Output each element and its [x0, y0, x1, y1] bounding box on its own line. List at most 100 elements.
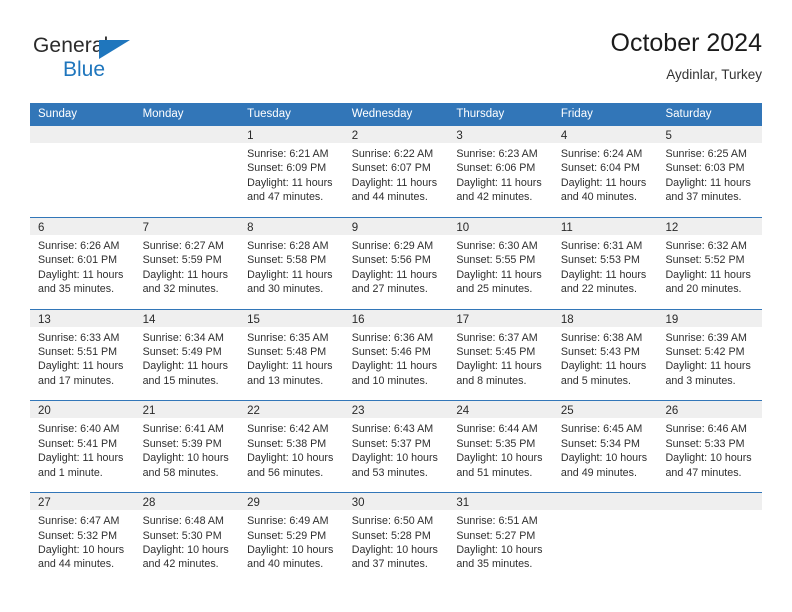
- daylight-text: Daylight: 10 hours: [142, 544, 229, 556]
- calendar-week-row: 13 Sunrise: 6:33 AM Sunset: 5:51 PM Dayligh…: [30, 308, 763, 401]
- day-details: Sunrise: 6:22 AM Sunset: 6:07 PM Daylight:…: [344, 143, 449, 205]
- day-details: Sunrise: 6:42 AM Sunset: 5:38 PM Daylight:…: [239, 418, 344, 480]
- day-number-band: 2: [343, 126, 449, 143]
- day-number: 19: [665, 313, 679, 326]
- sunrise-text: Sunrise: 6:29 AM: [351, 239, 434, 252]
- day-cell-2[interactable]: 2 Sunrise: 6:22 AM Sunset: 6:07 PM Daylight…: [343, 126, 449, 217]
- day-cell-30[interactable]: 30 Sunrise: 6:50 AM Sunset: 5:28 PM Dayligh…: [343, 493, 449, 584]
- daylight-text-cont: and 37 minutes.: [351, 558, 428, 571]
- day-cell-16[interactable]: 16 Sunrise: 6:36 AM Sunset: 5:46 PM Dayligh…: [343, 309, 449, 401]
- sunrise-text: Sunrise: 6:35 AM: [247, 331, 329, 344]
- sunset-text: Sunset: 5:53 PM: [560, 254, 640, 267]
- day-number-band: 19: [657, 309, 763, 327]
- day-number: 15: [247, 313, 260, 326]
- day-cell-24[interactable]: 24 Sunrise: 6:44 AM Sunset: 5:35 PM Dayligh…: [448, 401, 553, 492]
- day-cell-22[interactable]: 22 Sunrise: 6:42 AM Sunset: 5:38 PM Dayligh…: [239, 401, 344, 492]
- daylight-text: Daylight: 10 hours: [142, 452, 229, 465]
- sunrise-text: Sunrise: 6:47 AM: [38, 515, 120, 528]
- weekday-header-friday: Friday: [560, 108, 593, 120]
- daylight-text-cont: and 42 minutes.: [456, 191, 533, 204]
- sunrise-text: Sunrise: 6:48 AM: [142, 515, 224, 528]
- day-number-band: [657, 493, 763, 511]
- day-cell-31[interactable]: 31 Sunrise: 6:51 AM Sunset: 5:27 PM Dayligh…: [448, 493, 553, 584]
- day-number-band: 26: [657, 401, 763, 419]
- sunrise-text: Sunrise: 6:50 AM: [351, 515, 434, 528]
- sunrise-text: Sunrise: 6:41 AM: [142, 423, 224, 436]
- day-cell-25[interactable]: 25 Sunrise: 6:45 AM Sunset: 5:34 PM Dayligh…: [552, 401, 658, 492]
- day-cell-28[interactable]: 28 Sunrise: 6:48 AM Sunset: 5:30 PM Dayligh…: [134, 493, 240, 584]
- sunrise-text: Sunrise: 6:43 AM: [351, 423, 434, 436]
- daylight-text: Daylight: 11 hours: [665, 176, 751, 189]
- day-cell-9[interactable]: 9 Sunrise: 6:29 AM Sunset: 5:56 PM Daylight…: [343, 217, 449, 309]
- day-number: 17: [456, 313, 470, 326]
- day-cell-7[interactable]: 7 Sunrise: 6:27 AM Sunset: 5:59 PM Daylight…: [134, 217, 240, 309]
- day-number-band: 22: [239, 401, 344, 419]
- day-cell-4[interactable]: 4 Sunrise: 6:24 AM Sunset: 6:04 PM Daylight…: [552, 126, 658, 217]
- day-number-band: 23: [343, 401, 449, 419]
- weekday-header-tuesday: Tuesday: [247, 108, 291, 120]
- day-cell-29[interactable]: 29 Sunrise: 6:49 AM Sunset: 5:29 PM Dayligh…: [239, 493, 344, 584]
- day-number-band: [30, 126, 135, 143]
- day-cell-14[interactable]: 14 Sunrise: 6:34 AM Sunset: 5:49 PM Dayligh…: [134, 309, 240, 401]
- day-cell-10[interactable]: 10 Sunrise: 6:30 AM Sunset: 5:55 PM Dayligh…: [448, 217, 553, 309]
- general-blue-logo: General Blue: [33, 34, 173, 90]
- daylight-text: Daylight: 11 hours: [247, 176, 333, 189]
- day-number-band: 27: [30, 493, 135, 511]
- day-cell-3[interactable]: 3 Sunrise: 6:23 AM Sunset: 6:06 PM Daylight…: [448, 126, 553, 217]
- day-cell-27[interactable]: 27 Sunrise: 6:47 AM Sunset: 5:32 PM Dayligh…: [30, 493, 135, 584]
- daylight-text: Daylight: 10 hours: [456, 544, 543, 556]
- day-cell-15[interactable]: 15 Sunrise: 6:35 AM Sunset: 5:48 PM Dayligh…: [239, 309, 344, 401]
- sunset-text: Sunset: 5:39 PM: [142, 437, 222, 450]
- day-cell-20[interactable]: 20 Sunrise: 6:40 AM Sunset: 5:41 PM Dayligh…: [30, 401, 135, 492]
- day-cell-1[interactable]: 1 Sunrise: 6:21 AM Sunset: 6:09 PM Daylight…: [239, 126, 344, 217]
- sunrise-text: Sunrise: 6:42 AM: [247, 423, 329, 436]
- day-cell-26[interactable]: 26 Sunrise: 6:46 AM Sunset: 5:33 PM Dayligh…: [657, 401, 763, 492]
- sunset-text: Sunset: 5:51 PM: [38, 346, 118, 358]
- sunrise-text: Sunrise: 6:28 AM: [247, 239, 329, 252]
- day-details: Sunrise: 6:27 AM Sunset: 5:59 PM Daylight:…: [135, 235, 240, 297]
- daylight-text-cont: and 35 minutes.: [456, 558, 533, 571]
- calendar-page: General Blue October 2024 Aydinlar, Turk…: [0, 0, 792, 612]
- day-number: 29: [247, 497, 260, 510]
- sunrise-text: Sunrise: 6:21 AM: [247, 148, 329, 160]
- sunset-text: Sunset: 5:48 PM: [247, 346, 327, 358]
- sunrise-text: Sunrise: 6:46 AM: [665, 423, 747, 436]
- day-details: Sunrise: 6:37 AM Sunset: 5:45 PM Daylight:…: [448, 327, 553, 389]
- day-cell-21[interactable]: 21 Sunrise: 6:41 AM Sunset: 5:39 PM Dayligh…: [134, 401, 240, 492]
- day-number: 22: [247, 405, 260, 418]
- day-number: 12: [665, 221, 679, 234]
- triangle-icon: [99, 40, 130, 59]
- day-cell-12[interactable]: 12 Sunrise: 6:32 AM Sunset: 5:52 PM Dayligh…: [657, 217, 763, 309]
- day-cell-5[interactable]: 5 Sunrise: 6:25 AM Sunset: 6:03 PM Daylight…: [657, 126, 763, 217]
- day-cell-8[interactable]: 8 Sunrise: 6:28 AM Sunset: 5:58 PM Daylight…: [239, 217, 344, 309]
- day-cell-13[interactable]: 13 Sunrise: 6:33 AM Sunset: 5:51 PM Dayligh…: [30, 309, 135, 401]
- sunset-text: Sunset: 5:43 PM: [560, 346, 640, 358]
- sunset-text: Sunset: 6:01 PM: [38, 254, 118, 267]
- day-details: Sunrise: 6:40 AM Sunset: 5:41 PM Daylight:…: [30, 418, 135, 480]
- day-cell-23[interactable]: 23 Sunrise: 6:43 AM Sunset: 5:37 PM Dayligh…: [343, 401, 449, 492]
- sunset-text: Sunset: 5:52 PM: [665, 254, 745, 267]
- day-cell-17[interactable]: 17 Sunrise: 6:37 AM Sunset: 5:45 PM Dayligh…: [448, 309, 553, 401]
- day-number: 25: [560, 405, 574, 418]
- day-cell-11[interactable]: 11 Sunrise: 6:31 AM Sunset: 5:53 PM Dayligh…: [552, 217, 658, 309]
- sunset-text: Sunset: 5:46 PM: [351, 346, 431, 358]
- sunset-text: Sunset: 6:04 PM: [560, 162, 640, 175]
- day-cell-18[interactable]: 18 Sunrise: 6:38 AM Sunset: 5:43 PM Dayligh…: [552, 309, 658, 401]
- day-number-band: 17: [448, 309, 553, 327]
- day-cell-6[interactable]: 6 Sunrise: 6:26 AM Sunset: 6:01 PM Daylight…: [30, 217, 135, 309]
- daylight-text-cont: and 53 minutes.: [351, 466, 428, 479]
- day-details: Sunrise: 6:48 AM Sunset: 5:30 PM Daylight:…: [135, 510, 240, 572]
- sunrise-text: Sunrise: 6:24 AM: [560, 148, 643, 160]
- daylight-text: Daylight: 10 hours: [351, 452, 438, 465]
- day-details: Sunrise: 6:30 AM Sunset: 5:55 PM Daylight:…: [448, 235, 553, 297]
- daylight-text-cont: and 1 minute.: [38, 466, 103, 479]
- day-number-band: 8: [239, 217, 344, 235]
- daylight-text: Daylight: 10 hours: [38, 544, 125, 556]
- day-details: Sunrise: 6:38 AM Sunset: 5:43 PM Daylight:…: [553, 327, 658, 389]
- sunset-text: Sunset: 5:56 PM: [351, 254, 431, 267]
- day-number: 7: [142, 221, 149, 234]
- daylight-text: Daylight: 11 hours: [351, 360, 438, 373]
- daylight-text-cont: and 47 minutes.: [247, 191, 324, 204]
- day-cell-19[interactable]: 19 Sunrise: 6:39 AM Sunset: 5:42 PM Dayligh…: [657, 309, 763, 401]
- day-cell-empty: [657, 493, 763, 584]
